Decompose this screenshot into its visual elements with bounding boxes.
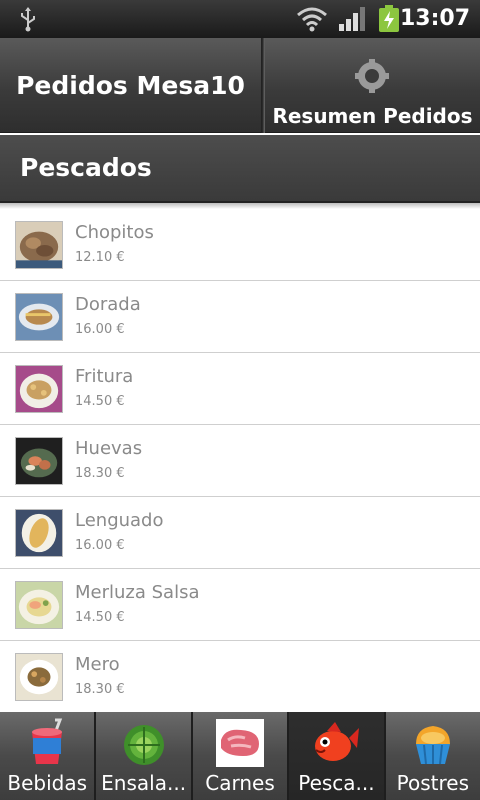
tab-ensaladas[interactable]: Ensala... [96, 712, 193, 800]
table-orders-title-button[interactable]: Pedidos Mesa10 [0, 38, 262, 133]
dish-list: Chopitos 12.10 € Dorada 16.00 € Fritura … [0, 209, 480, 712]
clock-time: 13:07 [399, 6, 470, 31]
tab-label: Bebidas [7, 771, 88, 795]
list-item[interactable]: Merluza Salsa 14.50 € [0, 569, 480, 641]
category-tab-bar: Bebidas Ensala... Carnes Pesca... Postre… [0, 712, 480, 800]
tab-bebidas[interactable]: Bebidas [0, 712, 97, 800]
list-item[interactable]: Mero 18.30 € [0, 641, 480, 712]
tab-label: Carnes [205, 771, 275, 795]
dish-photo-mero [15, 653, 63, 701]
meat-icon [216, 719, 265, 767]
dish-name: Chopitos [75, 222, 154, 243]
list-item[interactable]: Fritura 14.50 € [0, 353, 480, 425]
dish-photo-huevas [15, 437, 63, 485]
dish-name: Mero [75, 654, 120, 675]
list-item[interactable]: Dorada 16.00 € [0, 281, 480, 353]
dish-price: 12.10 € [75, 250, 125, 265]
lettuce-icon [123, 725, 164, 765]
tab-pescados[interactable]: Pesca... [289, 712, 386, 800]
dish-name: Lenguado [75, 510, 164, 531]
cupcake-icon [415, 726, 450, 765]
dish-photo-chopitos [15, 221, 63, 269]
dish-price: 16.00 € [75, 322, 125, 337]
battery-charging-icon [379, 5, 399, 32]
status-bar: 13:07 [0, 0, 480, 38]
dish-name: Dorada [75, 294, 141, 315]
tab-label: Ensala... [101, 771, 187, 795]
dish-price: 18.30 € [75, 682, 125, 697]
order-summary-button[interactable]: Resumen Pedidos [265, 38, 480, 133]
signal-icon [339, 7, 365, 31]
wifi-icon [297, 7, 327, 32]
category-title: Pescados [0, 135, 480, 203]
dish-price: 16.00 € [75, 538, 125, 553]
dish-photo-dorada [15, 293, 63, 341]
dish-photo-lenguado [15, 509, 63, 557]
tab-postres[interactable]: Postres [385, 712, 480, 800]
dish-price: 18.30 € [75, 466, 125, 481]
fish-icon [315, 722, 360, 761]
cup-icon [32, 718, 63, 764]
list-item[interactable]: Chopitos 12.10 € [0, 209, 480, 281]
usb-icon [21, 7, 35, 32]
dish-name: Huevas [75, 438, 143, 459]
action-bar: Pedidos Mesa10 Resumen Pedidos [0, 38, 480, 133]
tab-label: Postres [396, 771, 469, 795]
list-item[interactable]: Huevas 18.30 € [0, 425, 480, 497]
dish-photo-fritura [15, 365, 63, 413]
tab-carnes[interactable]: Carnes [192, 712, 290, 800]
tab-label: Pesca... [298, 771, 375, 795]
list-item[interactable]: Lenguado 16.00 € [0, 497, 480, 569]
dish-price: 14.50 € [75, 394, 125, 409]
dish-name: Fritura [75, 366, 134, 387]
dish-price: 14.50 € [75, 610, 125, 625]
order-summary-label: Resumen Pedidos [272, 104, 473, 128]
settings-gear-icon [355, 59, 389, 93]
dish-photo-merluza-salsa [15, 581, 63, 629]
dish-name: Merluza Salsa [75, 582, 200, 603]
